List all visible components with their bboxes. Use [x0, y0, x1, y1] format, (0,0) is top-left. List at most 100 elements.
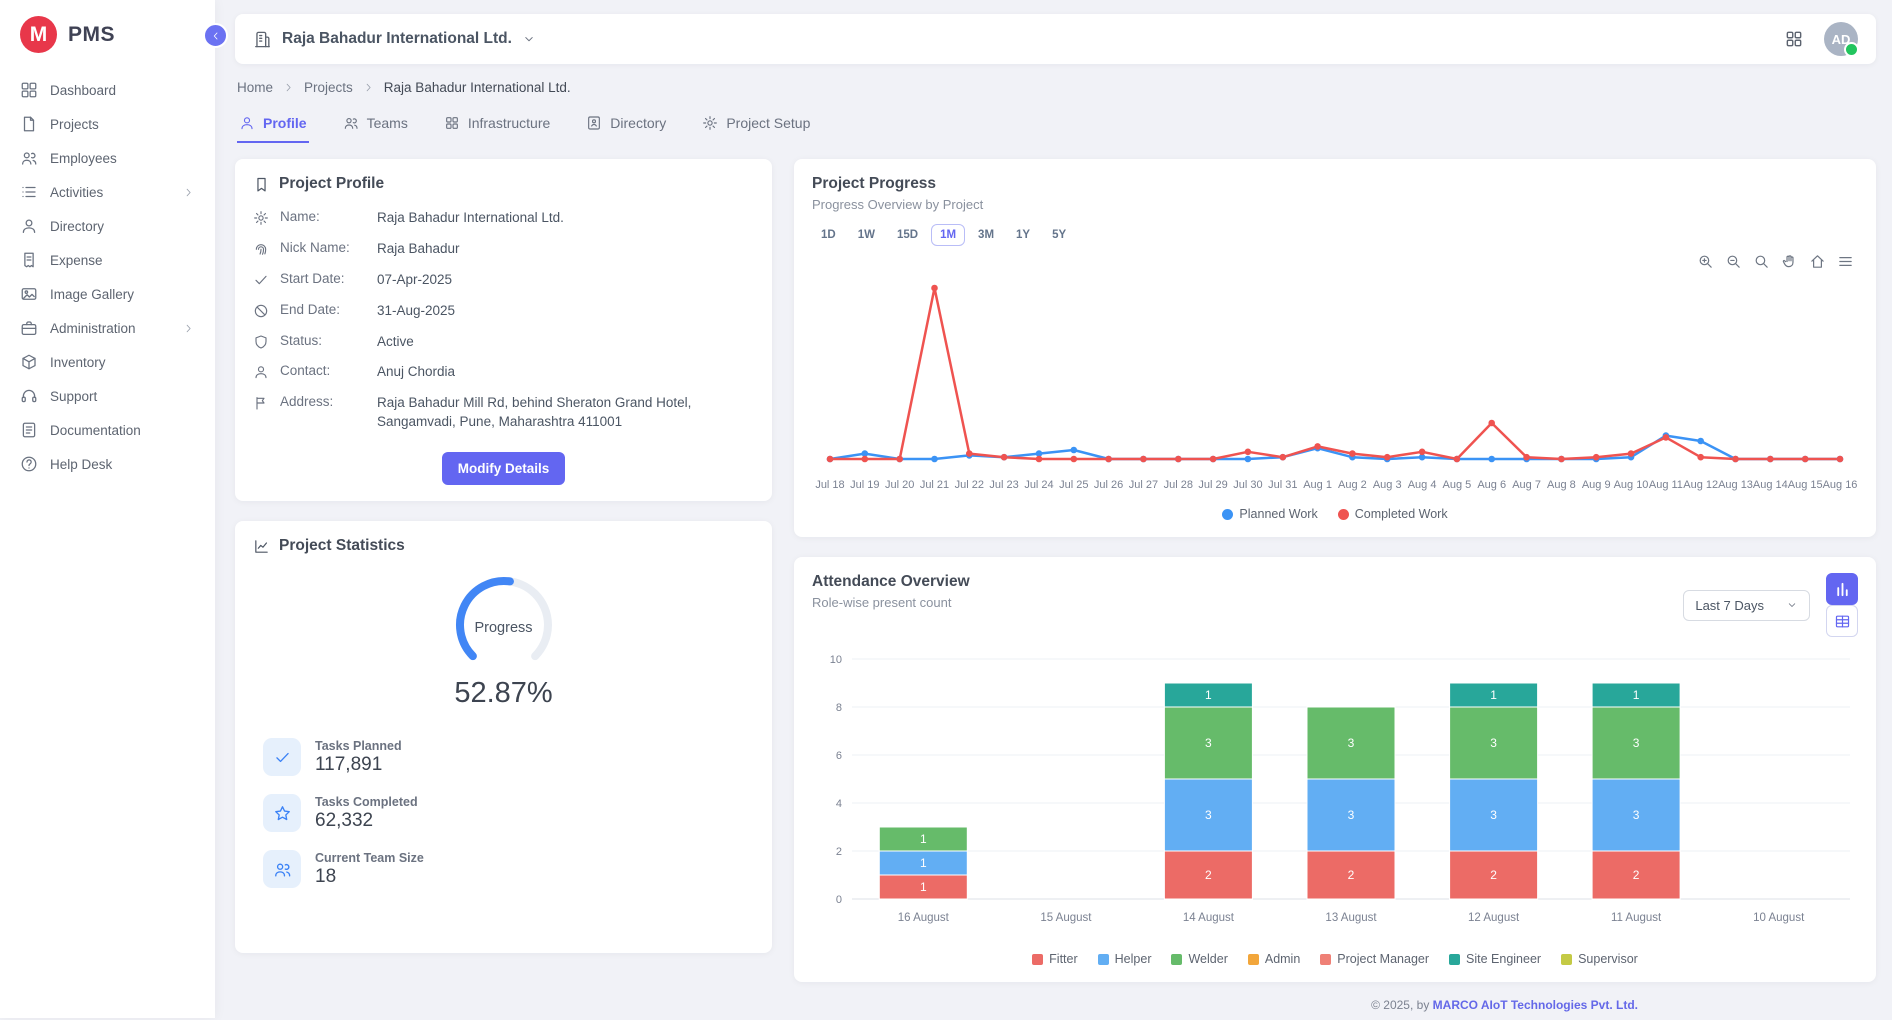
svg-text:Jul 19: Jul 19: [850, 479, 879, 491]
user-icon: [253, 364, 269, 380]
range-1w-button[interactable]: 1W: [849, 224, 884, 246]
field-value: 31-Aug-2025: [377, 302, 754, 321]
field-value: Anuj Chordia: [377, 363, 754, 382]
stat-value: 62,332: [315, 810, 418, 832]
legend-item-supervisor[interactable]: Supervisor: [1561, 952, 1638, 966]
field-value: Raja Bahadur Mill Rd, behind Sheraton Gr…: [377, 394, 754, 432]
date-range-select[interactable]: Last 7 Days: [1683, 590, 1810, 621]
bookmark-icon: [253, 176, 270, 193]
range-5y-button[interactable]: 5Y: [1043, 224, 1075, 246]
breadcrumb-item[interactable]: Projects: [304, 80, 353, 95]
stat-tasks-planned: Tasks Planned117,891: [263, 738, 754, 776]
sidebar-item-help-desk[interactable]: Help Desk: [0, 447, 215, 481]
range-1m-button[interactable]: 1M: [931, 224, 965, 246]
sidebar-item-administration[interactable]: Administration: [0, 311, 215, 345]
apps-grid-button[interactable]: [1784, 29, 1804, 49]
users-icon: [20, 149, 38, 167]
sidebar-item-employees[interactable]: Employees: [0, 141, 215, 175]
sidebar-item-expense[interactable]: Expense: [0, 243, 215, 277]
range-1d-button[interactable]: 1D: [812, 224, 845, 246]
line-chart-legend: Planned Work Completed Work: [812, 507, 1858, 521]
company-selector[interactable]: Raja Bahadur International Ltd.: [253, 30, 536, 49]
svg-text:2: 2: [1348, 868, 1355, 882]
svg-text:10 August: 10 August: [1753, 912, 1805, 924]
project-profile-card: Project Profile Name:Raja Bahadur Intern…: [235, 159, 772, 501]
menu-button[interactable]: [1837, 253, 1854, 270]
tab-directory[interactable]: Directory: [584, 109, 668, 143]
svg-text:10: 10: [830, 654, 842, 666]
field-label: End Date:: [280, 302, 366, 317]
legend-swatch: [1098, 954, 1109, 965]
sidebar-item-dashboard[interactable]: Dashboard: [0, 73, 215, 107]
sidebar-item-label: Support: [50, 389, 97, 404]
briefcase-icon: [20, 319, 38, 337]
breadcrumb-item[interactable]: Raja Bahadur International Ltd.: [384, 80, 571, 95]
svg-text:1: 1: [1633, 688, 1640, 702]
legend-item-helper[interactable]: Helper: [1098, 952, 1152, 966]
avatar[interactable]: AD: [1824, 22, 1858, 56]
sidebar-item-activities[interactable]: Activities: [0, 175, 215, 209]
range-15d-button[interactable]: 15D: [888, 224, 927, 246]
sidebar-item-support[interactable]: Support: [0, 379, 215, 413]
svg-text:16 August: 16 August: [898, 912, 950, 924]
sidebar-item-directory[interactable]: Directory: [0, 209, 215, 243]
sidebar-item-documentation[interactable]: Documentation: [0, 413, 215, 447]
app-logo[interactable]: M PMS: [0, 0, 215, 65]
tab-profile[interactable]: Profile: [237, 109, 309, 143]
svg-text:3: 3: [1348, 808, 1355, 822]
tab-project-setup[interactable]: Project Setup: [700, 109, 812, 143]
building-icon: [253, 30, 272, 49]
range-1y-button[interactable]: 1Y: [1007, 224, 1039, 246]
legend-item-site-engineer[interactable]: Site Engineer: [1449, 952, 1541, 966]
svg-text:0: 0: [836, 894, 842, 906]
profile-field-status: Status:Active: [253, 333, 754, 352]
footer-link[interactable]: MARCO AIoT Technologies Pvt. Ltd.: [1433, 998, 1638, 1012]
breadcrumb-item[interactable]: Home: [237, 80, 273, 95]
profile-fields: Name:Raja Bahadur International Ltd.Nick…: [253, 209, 754, 432]
legend-item-project-manager[interactable]: Project Manager: [1320, 952, 1429, 966]
file-icon: [20, 115, 38, 133]
tab-teams[interactable]: Teams: [341, 109, 410, 143]
progress-line-chart: Jul 18Jul 19Jul 20Jul 21Jul 22Jul 23Jul …: [812, 250, 1858, 503]
tab-infrastructure[interactable]: Infrastructure: [442, 109, 552, 143]
svg-text:3: 3: [1490, 736, 1497, 750]
svg-text:Aug 11: Aug 11: [1649, 479, 1683, 491]
table-view-toggle[interactable]: [1826, 605, 1858, 637]
pan-button[interactable]: [1781, 253, 1798, 270]
zoom-in-button[interactable]: [1697, 253, 1714, 270]
field-value: Active: [377, 333, 754, 352]
svg-text:Aug 3: Aug 3: [1373, 479, 1402, 491]
sidebar-item-inventory[interactable]: Inventory: [0, 345, 215, 379]
legend-item-fitter[interactable]: Fitter: [1032, 952, 1077, 966]
home-button[interactable]: [1809, 253, 1826, 270]
chart-view-toggle[interactable]: [1826, 573, 1858, 605]
legend-item-welder[interactable]: Welder: [1171, 952, 1227, 966]
attendance-overview-card: Attendance Overview Role-wise present co…: [794, 557, 1876, 982]
legend-label: Welder: [1188, 952, 1227, 966]
legend-item-completed-work[interactable]: Completed Work: [1338, 507, 1448, 521]
headset-icon: [20, 387, 38, 405]
field-value: Raja Bahadur: [377, 240, 754, 259]
legend-item-admin[interactable]: Admin: [1248, 952, 1300, 966]
range-3m-button[interactable]: 3M: [969, 224, 1003, 246]
sidebar-item-label: Directory: [50, 219, 104, 234]
svg-text:2: 2: [1205, 868, 1212, 882]
image-icon: [20, 285, 38, 303]
legend-swatch: [1338, 509, 1349, 520]
legend-swatch: [1032, 954, 1043, 965]
sidebar-item-projects[interactable]: Projects: [0, 107, 215, 141]
modify-details-button[interactable]: Modify Details: [442, 452, 566, 485]
gauge-label: Progress: [440, 620, 568, 636]
sidebar-collapse-button[interactable]: [203, 23, 228, 48]
topbar-actions: AD: [1784, 22, 1858, 56]
legend-item-planned-work[interactable]: Planned Work: [1222, 507, 1317, 521]
svg-text:Jul 26: Jul 26: [1094, 479, 1123, 491]
field-value: Raja Bahadur International Ltd.: [377, 209, 754, 228]
svg-text:Jul 21: Jul 21: [920, 479, 949, 491]
sidebar-item-image-gallery[interactable]: Image Gallery: [0, 277, 215, 311]
zoom-out-button[interactable]: [1725, 253, 1742, 270]
progress-gauge-wrap: Progress 52.87%: [253, 571, 754, 710]
selection-zoom-button[interactable]: [1753, 253, 1770, 270]
gear-icon: [253, 210, 269, 226]
progress-gauge: Progress: [440, 571, 568, 675]
